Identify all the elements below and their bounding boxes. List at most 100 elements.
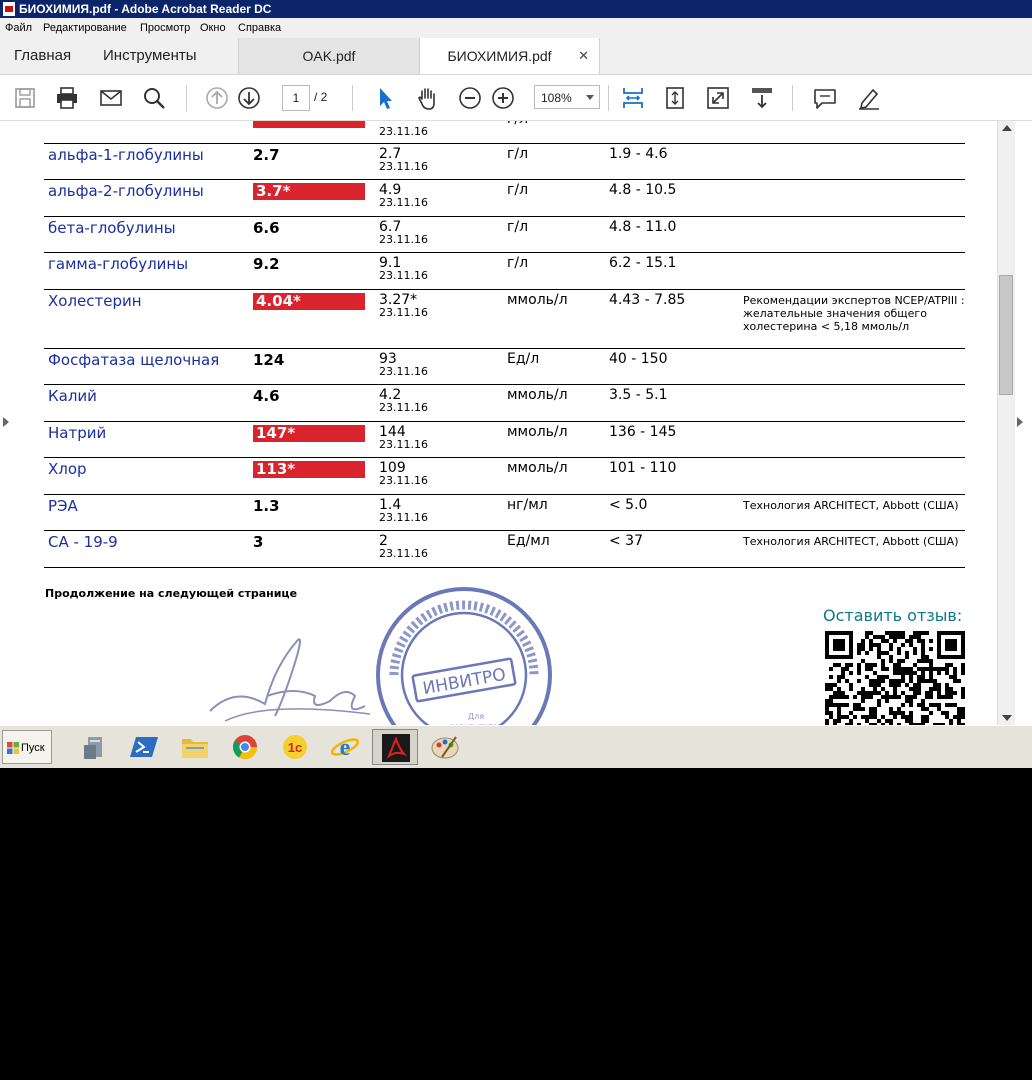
menu-help[interactable]: Справка — [238, 18, 281, 38]
test-name: альфа-1-глобулины — [44, 143, 253, 180]
document-view[interactable]: 23.11.16 г/л альфа-1-глобулины2.7 2.723.1… — [0, 121, 1032, 725]
scroll-up-icon[interactable] — [1002, 125, 1012, 131]
zoom-in-icon[interactable] — [490, 85, 516, 111]
reference-range: 4.8 - 11.0 — [609, 216, 743, 253]
vertical-scrollbar[interactable] — [997, 121, 1015, 725]
prev-date: 23.11.16 — [379, 510, 428, 524]
flag-highlight — [253, 121, 365, 128]
reference-range: < 5.0 — [609, 494, 743, 531]
taskbar-acrobat[interactable] — [372, 729, 418, 765]
left-panel-toggle-icon[interactable] — [3, 417, 9, 427]
acrobat-icon — [382, 734, 410, 762]
tab-tools[interactable]: Инструменты — [103, 38, 197, 74]
fit-width-icon[interactable] — [620, 85, 646, 111]
right-panel-toggle-icon[interactable] — [1017, 417, 1023, 427]
close-tab-icon[interactable]: ✕ — [578, 38, 589, 74]
flagged-value: 4.04* — [253, 292, 365, 310]
previous-page-icon[interactable] — [204, 85, 230, 111]
result-value: 9.2 — [253, 252, 379, 290]
table-row: Натрий 147* 144 23.11.16 ммоль/л 136 - 145 — [44, 421, 965, 458]
taskbar: Пуск 1с e — [0, 725, 1032, 768]
unit-cell: г/л — [507, 143, 609, 180]
unit-cell: г/л — [507, 252, 609, 290]
zoom-out-icon[interactable] — [457, 85, 483, 111]
result-value: 4.6 — [253, 384, 379, 422]
fit-page-icon[interactable] — [662, 85, 688, 111]
flagged-value: 3.7* — [253, 183, 365, 200]
toolbar: 1 / 2 108% — [0, 75, 1032, 121]
reference-range: 4.43 - 7.85 — [609, 289, 743, 349]
reference-range: < 37 — [609, 530, 743, 568]
table-row: альфа-2-глобулины 3.7* 4.9 23.11.16 г/л 4.8 -… — [44, 179, 965, 217]
print-icon[interactable] — [54, 85, 80, 111]
test-name: CA - 19-9 — [44, 530, 253, 568]
fullscreen-icon[interactable] — [705, 85, 731, 111]
comment-cell — [743, 457, 965, 495]
taskbar-paint[interactable] — [422, 729, 468, 765]
prev-date: 23.11.16 — [379, 196, 428, 209]
menu-window[interactable]: Окно — [200, 18, 226, 38]
tab-oak-pdf[interactable]: OAK.pdf — [238, 38, 420, 74]
taskbar-explorer[interactable] — [172, 729, 218, 765]
comment-cell — [743, 143, 965, 180]
paint-palette-icon — [431, 736, 459, 759]
title-bar: БИОХИМИЯ.pdf - Adobe Acrobat Reader DC — [0, 0, 1032, 18]
test-name: Хлор — [44, 457, 253, 495]
reference-range: 101 - 110 — [609, 457, 743, 495]
toolbar-separator — [352, 85, 353, 111]
comment-icon[interactable] — [812, 85, 838, 111]
table-row: Холестерин 4.04* 3.27* 23.11.16 ммоль/л 4.43 … — [44, 289, 965, 349]
result-value: 3 — [253, 530, 379, 568]
toolbar-separator — [186, 85, 187, 111]
test-name: бета-глобулины — [44, 216, 253, 253]
scroll-down-icon[interactable] — [1002, 715, 1012, 721]
taskbar-chrome[interactable] — [222, 729, 268, 765]
unit-cell: нг/мл — [507, 494, 609, 531]
chrome-icon — [232, 735, 257, 760]
taskbar-1c[interactable]: 1с — [272, 729, 318, 765]
qr-code[interactable] — [825, 631, 965, 725]
result-value: 2.7 — [253, 143, 379, 180]
page-number-input[interactable]: 1 — [282, 85, 310, 111]
email-icon[interactable] — [98, 85, 124, 111]
svg-text:Для: Для — [468, 712, 484, 721]
unit-cell: Ед/л — [507, 348, 609, 385]
taskbar-ie[interactable]: e — [322, 729, 368, 765]
result-value: 113* — [253, 457, 379, 495]
highlight-pen-icon[interactable] — [856, 85, 882, 111]
comment-cell — [743, 179, 965, 217]
comment-cell — [743, 421, 965, 458]
scroll-mode-icon[interactable] — [749, 85, 775, 111]
search-icon[interactable] — [141, 85, 167, 111]
hand-tool-icon[interactable] — [414, 85, 440, 111]
unit-cell: ммоль/л — [507, 421, 609, 458]
start-button[interactable]: Пуск — [2, 730, 52, 764]
table-row: Фосфатаза щелочная 124 93 23.11.16 Ед/л 40 - … — [44, 348, 965, 385]
taskbar-powershell[interactable] — [122, 729, 168, 765]
next-page-icon[interactable] — [236, 85, 262, 111]
comment-cell — [743, 384, 965, 422]
save-icon[interactable] — [12, 85, 38, 111]
menu-view[interactable]: Просмотр — [140, 18, 190, 38]
tab-biochem-pdf[interactable]: БИОХИМИЯ.pdf ✕ — [419, 38, 600, 74]
zoom-level-select[interactable]: 108% — [534, 85, 600, 109]
test-name: РЭА — [44, 494, 253, 531]
tab-home[interactable]: Главная — [14, 38, 71, 74]
start-label: Пуск — [21, 742, 45, 754]
menu-edit[interactable]: Редактирование — [43, 18, 127, 38]
unit-cell: г/л — [507, 121, 609, 144]
value-text: 3 — [253, 533, 264, 551]
tab-biochem-label: БИОХИМИЯ.pdf — [447, 48, 552, 64]
select-cursor-icon[interactable] — [372, 85, 398, 111]
internet-explorer-icon: e — [330, 735, 360, 761]
taskbar-server-manager[interactable] — [72, 729, 118, 765]
scroll-thumb[interactable] — [999, 275, 1013, 395]
previous-result: 4.9 23.11.16 — [379, 179, 507, 217]
value-text: 6.6 — [253, 218, 280, 237]
unit-cell: г/л — [507, 179, 609, 217]
menu-file[interactable]: Файл — [5, 18, 32, 38]
value-text: 4.6 — [253, 387, 280, 405]
table-row: альфа-1-глобулины 2.7 2.7 23.11.16 г/л 1.9 - … — [44, 143, 965, 180]
flagged-value: 147* — [253, 424, 365, 442]
test-name: Натрий — [44, 421, 253, 458]
